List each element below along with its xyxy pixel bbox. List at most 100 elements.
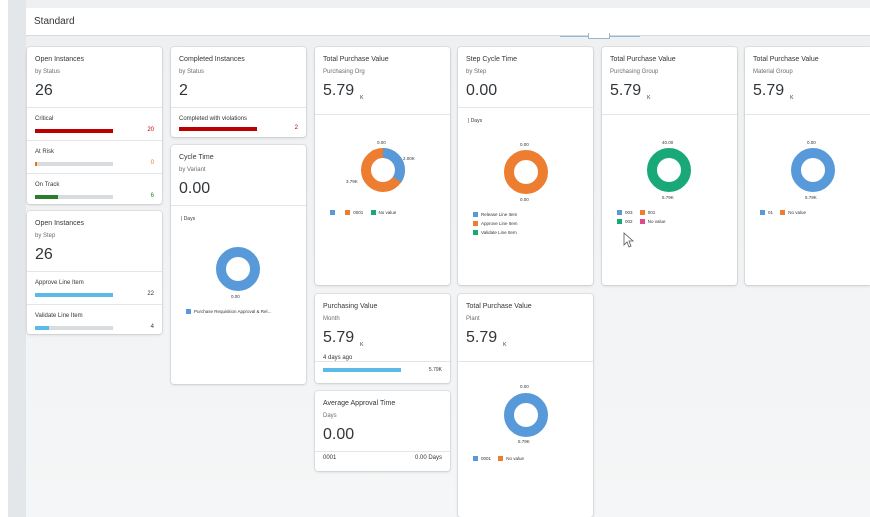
legend-swatch — [186, 309, 191, 314]
legend-item[interactable]: No value — [639, 219, 666, 224]
card-title: Completed Instances — [179, 56, 245, 63]
legend-swatch — [370, 210, 376, 215]
chart-legend: 0001 No value — [473, 456, 530, 465]
kpi-value: 26 — [35, 246, 53, 263]
legend-item[interactable]: 0001 — [345, 210, 363, 215]
status-row-on-track[interactable]: On Track 6 — [27, 174, 162, 204]
donut-label-top: 0.00 — [520, 384, 529, 389]
kpi-scale: K — [790, 95, 794, 101]
card-title: Average Approval Time — [323, 400, 396, 407]
kpi-value: 2 — [179, 82, 188, 99]
card-title: Total Purchase Value — [610, 56, 676, 63]
step-row-approve[interactable]: Approve Line Item 22 — [27, 272, 162, 305]
step-row-validate[interactable]: Validate Line Item 4 — [27, 305, 162, 334]
card-tpv-purchasing-org[interactable]: Total Purchase Value Purchasing Org 5.79… — [315, 47, 450, 285]
donut-chart[interactable] — [214, 245, 262, 293]
legend-swatch — [780, 210, 786, 215]
card-tpv-plant[interactable]: Total Purchase Value Plant 5.79 K 0.00 5.… — [458, 294, 593, 517]
legend-item[interactable]: 01 — [760, 210, 773, 215]
chart-legend: 01 No value — [760, 210, 812, 219]
donut-chart[interactable] — [502, 391, 550, 439]
row-value: 4 — [150, 324, 154, 330]
legend-item[interactable]: Approve Line Item — [473, 221, 518, 226]
progress-bar — [179, 127, 257, 131]
status-row-violations[interactable]: Completed with violations 2 — [171, 108, 306, 137]
kpi-number: 5.79 — [323, 329, 355, 346]
kpi-scale: K — [503, 342, 507, 348]
card-purchasing-value[interactable]: Purchasing Value Month 5.79 K 4 days ago … — [315, 294, 450, 383]
legend-item[interactable] — [330, 210, 338, 215]
legend-swatch — [330, 210, 335, 215]
kpi-value: 5.79 K — [466, 329, 585, 354]
status-row-at-risk[interactable]: At Risk 0 — [27, 141, 162, 174]
legend-swatch — [498, 456, 504, 461]
donut-label-bottom: 5.79K — [518, 439, 530, 444]
card-cycle-time[interactable]: Cycle Time by Variant 0.00 | Days 0.00 P… — [171, 145, 306, 384]
row-value: 0.00 Days — [414, 455, 442, 461]
legend-swatch — [639, 210, 645, 215]
donut-segment[interactable] — [504, 150, 548, 194]
legend-label: Validate Line Item — [481, 230, 517, 235]
card-title: Purchasing Value — [323, 303, 378, 310]
kpi-number: 5.79 — [753, 82, 785, 99]
row-label: 0001 — [323, 455, 337, 461]
donut-segment[interactable] — [791, 148, 835, 192]
unit-label: | Days — [181, 216, 196, 222]
row-label: Completed with violations — [179, 116, 248, 122]
status-row-critical[interactable]: Critical 20 — [27, 108, 162, 141]
donut-segment[interactable] — [216, 247, 260, 291]
legend-item[interactable]: 003 — [617, 210, 633, 215]
legend-item[interactable]: No value — [780, 210, 806, 215]
row-label: Validate Line Item — [35, 313, 83, 319]
card-step-cycle-time[interactable]: Step Cycle Time by Step 0.00 | Days 0.00… — [458, 47, 593, 285]
card-average-approval-time[interactable]: Average Approval Time Days 0.00 0001 0.0… — [315, 391, 450, 471]
kpi-value: 0.00 — [323, 426, 355, 443]
collapse-header-handle[interactable] — [588, 33, 610, 39]
donut-value-label: 0.00 — [231, 294, 240, 299]
donut-chart[interactable] — [359, 146, 407, 194]
row-value: 20 — [147, 127, 154, 133]
kpi-scale: K — [647, 95, 651, 101]
unit-label: | Days — [468, 118, 483, 124]
row-value: 22 — [147, 291, 154, 297]
legend-item[interactable]: Validate Line Item — [473, 230, 518, 235]
legend-item[interactable]: 001 — [639, 210, 655, 215]
card-completed-instances[interactable]: Completed Instances by Status 2 Complete… — [171, 47, 306, 137]
divider — [315, 361, 450, 362]
card-subtitle: by Step — [466, 69, 487, 75]
divider — [458, 107, 593, 108]
legend-swatch — [473, 456, 478, 461]
legend-label: 0001 — [353, 210, 364, 215]
donut-segment[interactable] — [504, 393, 548, 437]
card-subtitle: Material Group — [753, 69, 793, 75]
legend-item[interactable]: 002 — [617, 219, 633, 224]
donut-chart[interactable] — [645, 146, 693, 194]
kpi-value: 0.00 — [179, 180, 211, 197]
kpi-value: 5.79 K — [323, 82, 442, 107]
donut-label-bottom: 0.00 — [520, 197, 529, 202]
progress-bar — [35, 195, 113, 199]
row-value: 5.79K — [428, 367, 442, 373]
card-title: Open Instances — [35, 220, 85, 227]
legend-item[interactable]: Purchase Requisition Approval & Rel... — [186, 309, 271, 314]
card-open-instances-status[interactable]: Open Instances by Status 26 Critical 20 … — [27, 47, 162, 204]
donut-segment[interactable] — [647, 148, 691, 192]
card-tpv-material-group[interactable]: Total Purchase Value Material Group 5.79… — [745, 47, 870, 285]
card-title: Total Purchase Value — [466, 303, 532, 310]
legend-item[interactable]: No value — [498, 456, 524, 461]
row-label: 4 days ago — [323, 355, 353, 361]
card-title: Open Instances — [35, 56, 85, 63]
kpi-value: 0.00 — [466, 82, 498, 99]
donut-label-bottom: 5.79K — [662, 195, 674, 200]
legend-label: Release Line Item — [481, 212, 518, 217]
page-header: Standard — [26, 8, 870, 36]
card-open-instances-step[interactable]: Open Instances by Step 26 Approve Line I… — [27, 211, 162, 334]
legend-item[interactable]: No value — [370, 210, 396, 215]
card-tpv-purchasing-group[interactable]: Total Purchase Value Purchasing Group 5.… — [602, 47, 737, 285]
kpi-number: 5.79 — [610, 82, 642, 99]
donut-chart[interactable] — [502, 148, 550, 196]
legend-item[interactable]: 0001 — [473, 456, 491, 461]
legend-item[interactable]: Release Line Item — [473, 212, 518, 217]
donut-chart[interactable] — [789, 146, 837, 194]
card-subtitle: Month — [323, 316, 340, 322]
